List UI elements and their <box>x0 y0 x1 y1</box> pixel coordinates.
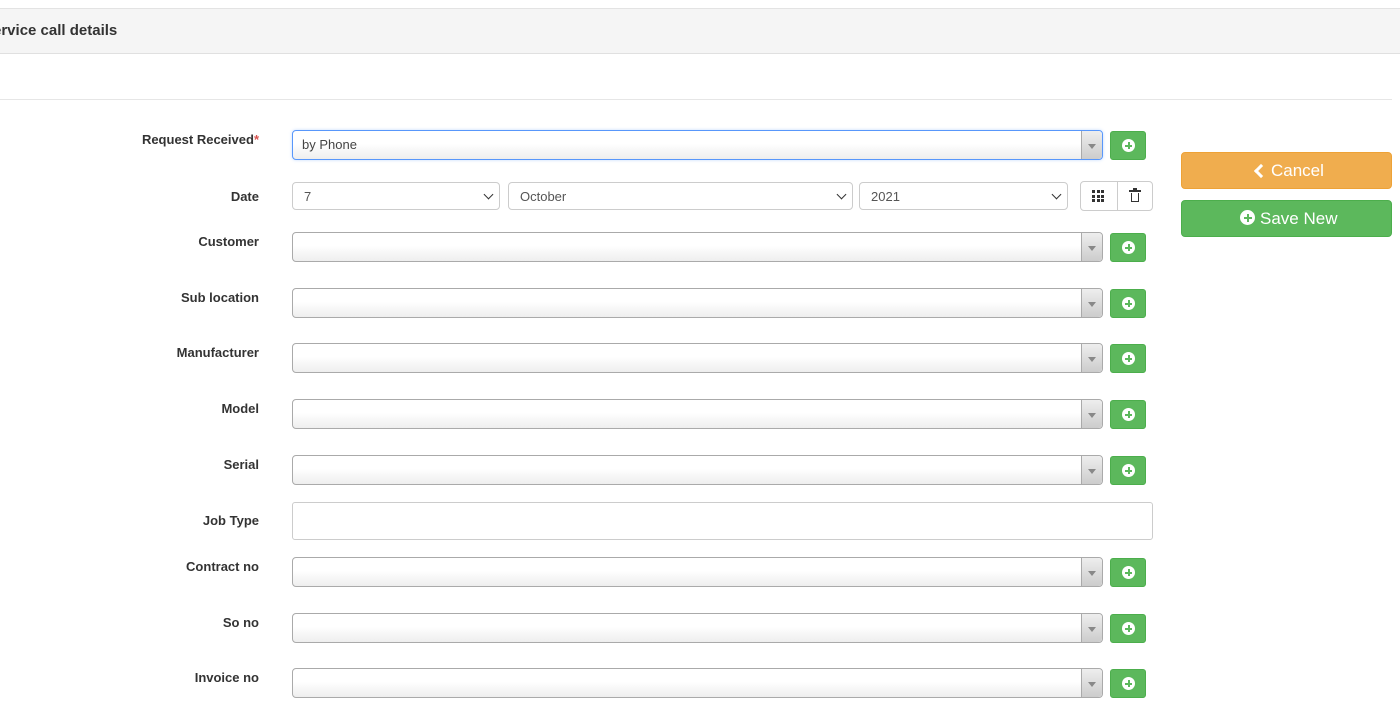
date-day-select[interactable]: 7 <box>292 182 500 210</box>
plus-circle-icon <box>1122 677 1135 690</box>
customer-select[interactable] <box>292 232 1103 262</box>
dropdown-arrow-icon[interactable] <box>1081 456 1102 484</box>
grid-icon[interactable] <box>1092 190 1104 202</box>
manufacturer-select[interactable] <box>292 343 1103 373</box>
trash-icon[interactable] <box>1129 188 1141 203</box>
dropdown-arrow-icon[interactable] <box>1081 233 1102 261</box>
plus-circle-icon <box>1122 464 1135 477</box>
date-month-select[interactable]: October <box>508 182 853 210</box>
request-received-label: Request Received* <box>141 132 259 147</box>
chevron-down-icon <box>483 189 494 200</box>
add-contract-no-button[interactable] <box>1110 558 1146 587</box>
date-year-select[interactable]: 2021 <box>859 182 1068 210</box>
sub-location-select[interactable] <box>292 288 1103 318</box>
job-type-label: Job Type <box>202 513 259 528</box>
serial-label: Serial <box>223 457 259 472</box>
sub-location-label: Sub location <box>181 290 259 305</box>
dropdown-arrow-icon[interactable] <box>1081 614 1102 642</box>
dropdown-arrow-icon[interactable] <box>1081 400 1102 428</box>
cancel-button[interactable]: Cancel <box>1181 152 1392 189</box>
chevron-left-icon <box>1253 163 1269 179</box>
date-day-value: 7 <box>304 189 312 204</box>
add-manufacturer-button[interactable] <box>1110 344 1146 373</box>
manufacturer-label: Manufacturer <box>176 345 259 360</box>
panel-title: ervice call details <box>0 22 118 39</box>
invoice-no-select[interactable] <box>292 668 1103 698</box>
customer-label: Customer <box>198 234 259 249</box>
required-mark: * <box>253 132 259 147</box>
so-no-label: So no <box>222 615 259 630</box>
save-new-button[interactable]: Save New <box>1181 200 1392 237</box>
contract-no-select[interactable] <box>292 557 1103 587</box>
date-month-value: October <box>520 189 567 204</box>
so-no-select[interactable] <box>292 613 1103 643</box>
serial-select[interactable] <box>292 455 1103 485</box>
add-serial-button[interactable] <box>1110 456 1146 485</box>
contract-no-label: Contract no <box>186 559 259 574</box>
dropdown-arrow-icon[interactable] <box>1081 131 1102 159</box>
dropdown-arrow-icon[interactable] <box>1081 558 1102 586</box>
plus-circle-icon <box>1122 408 1135 421</box>
add-model-button[interactable] <box>1110 400 1146 429</box>
add-sub-location-button[interactable] <box>1110 289 1146 318</box>
add-invoice-no-button[interactable] <box>1110 669 1146 698</box>
date-button-group <box>1080 181 1153 211</box>
plus-circle-icon <box>1122 566 1135 579</box>
add-so-no-button[interactable] <box>1110 614 1146 643</box>
dropdown-arrow-icon[interactable] <box>1081 669 1102 697</box>
plus-circle-icon <box>1240 210 1255 225</box>
plus-circle-icon <box>1122 622 1135 635</box>
plus-circle-icon <box>1122 297 1135 310</box>
plus-circle-icon <box>1122 241 1135 254</box>
model-label: Model <box>221 401 259 416</box>
request-received-select[interactable]: by Phone <box>292 130 1103 160</box>
date-label: Date <box>230 189 259 204</box>
chevron-down-icon <box>836 189 847 200</box>
save-new-button-label: Save New <box>1260 209 1338 228</box>
model-select[interactable] <box>292 399 1103 429</box>
job-type-input[interactable] <box>292 502 1153 540</box>
plus-circle-icon <box>1122 352 1135 365</box>
chevron-down-icon <box>1051 189 1062 200</box>
plus-circle-icon <box>1122 139 1135 152</box>
panel-header: ervice call details <box>0 9 1400 54</box>
invoice-no-label: Invoice no <box>194 670 259 685</box>
dropdown-arrow-icon[interactable] <box>1081 344 1102 372</box>
button-separator <box>1117 182 1118 210</box>
add-customer-button[interactable] <box>1110 233 1146 262</box>
cancel-button-label: Cancel <box>1271 161 1324 180</box>
date-year-value: 2021 <box>871 189 900 204</box>
divider <box>0 99 1392 100</box>
add-request-received-button[interactable] <box>1110 131 1146 160</box>
request-received-value: by Phone <box>302 137 357 152</box>
dropdown-arrow-icon[interactable] <box>1081 289 1102 317</box>
